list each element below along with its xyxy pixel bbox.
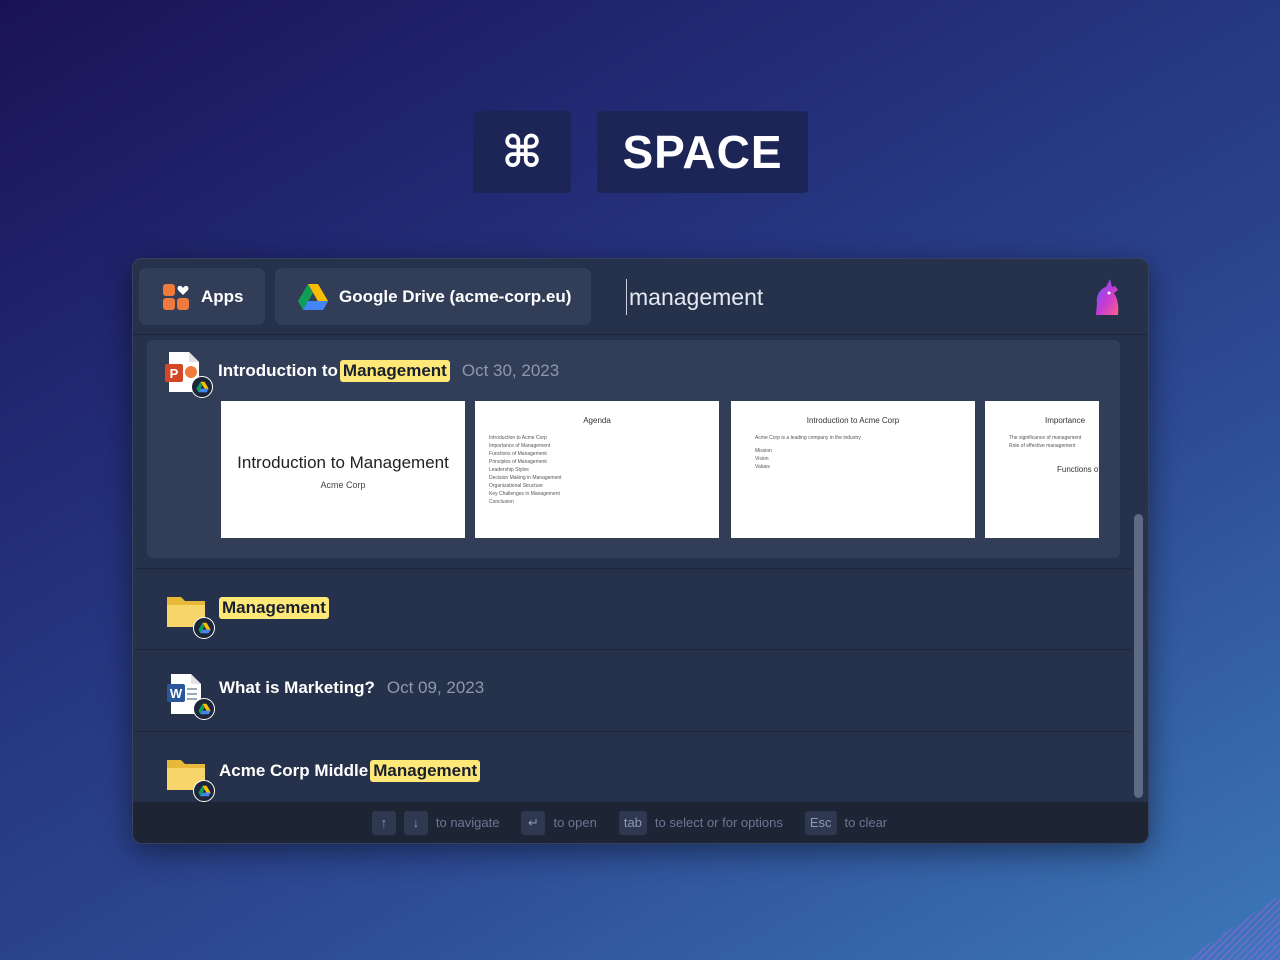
folder-icon [165,591,215,639]
space-key: SPACE [597,111,808,193]
svg-text:W: W [170,686,183,701]
slide-thumbnail[interactable]: Agenda Introduction to Acme Corp Importa… [475,401,719,538]
source-chip-apps-label: Apps [201,286,244,306]
google-drive-badge-icon [193,780,215,802]
result-title: What is Marketing? Oct 09, 2023 [219,678,484,698]
slide-thumbnail[interactable]: Introduction to Management Acme Corp [221,401,465,538]
result-title-text: What is Marketing? [219,678,375,697]
slide-body: The significance of management Role of e… [1009,434,1081,450]
command-key-label: ⌘ [501,127,543,177]
result-item-folder[interactable]: Acme Corp Middle Management [135,732,1131,804]
slide-line: Decision Making in Management [489,475,562,481]
corner-decoration [1185,895,1280,960]
esc-key: Esc [804,810,837,835]
open-hint: to open [553,815,597,830]
result-title: Introduction to Management Oct 30, 2023 [218,360,559,382]
keyboard-hints-footer: ↑ ↓ to navigate ↵ to open tab to select … [133,802,1148,843]
result-title: Management [219,597,329,619]
search-highlight: Management [370,760,481,782]
google-drive-badge-icon [193,617,215,639]
result-item-folder[interactable]: Management [135,568,1131,650]
command-key-icon: ⌘ [473,111,571,193]
slide-line: Acme Corp is a leading company in the in… [755,435,861,441]
slide-heading: Introduction to Acme Corp [806,416,900,425]
google-drive-icon [298,283,328,310]
results-list: P Introduction to Management Oct 30, 202… [133,336,1131,804]
unicorn-logo-icon [1096,279,1119,315]
slide-line: Role of effective management [1009,443,1076,449]
slide-heading: Importance [1045,416,1086,425]
scrollbar-thumb[interactable] [1134,514,1143,798]
slide-agenda-list: Introduction to Acme Corp Importance of … [489,434,562,506]
arrow-down-key-icon: ↓ [403,810,428,835]
tab-key: tab [618,810,647,835]
slide-line: Functions of Management [489,451,547,457]
svg-text:P: P [170,366,179,381]
result-title: Acme Corp Middle Management [219,760,481,782]
search-highlight: Management [339,360,450,382]
apps-icon [163,283,189,310]
source-chip-google-drive[interactable]: Google Drive (acme-corp.eu) [275,268,591,325]
result-title-text: Introduction to [218,361,338,380]
powerpoint-file-icon: P [163,350,213,398]
slide-line: Mission [755,448,772,454]
slide-line: Leadership Styles [489,467,529,473]
space-key-label: SPACE [622,126,783,178]
select-hint: to select or for options [654,815,783,830]
slide-line: Importance of Management [489,443,551,449]
clear-hint: to clear [844,815,888,830]
slide-subheading: Functions of [1057,465,1099,474]
result-date: Oct 30, 2023 [461,361,560,380]
slide-line: The significance of management [1009,435,1082,441]
slide-line: Principles of Management [489,459,547,465]
slide-line: Introduction to Acme Corp [489,435,547,441]
slide-subtitle: Acme Corp [320,480,366,490]
result-item-document[interactable]: W What is Marketing? Oct 09, 2023 [135,650,1131,732]
slide-line: Organizational Structure [489,483,543,489]
enter-key-icon: ↵ [521,810,546,835]
folder-icon [165,754,215,802]
word-file-icon: W [165,672,215,720]
launcher-window: Apps Google Drive (acme-corp.eu) managem… [132,258,1149,844]
arrow-up-key-icon: ↑ [371,810,396,835]
google-drive-badge-icon [191,376,213,398]
search-input[interactable] [626,279,1066,315]
result-date: Oct 09, 2023 [386,678,485,697]
search-bar: Apps Google Drive (acme-corp.eu) [133,259,1148,335]
slide-title: Introduction to Management [237,453,449,472]
result-item-presentation[interactable]: P Introduction to Management Oct 30, 202… [147,340,1120,558]
slide-thumbnail[interactable]: Importance The significance of managemen… [985,401,1099,538]
slide-line: Key Challenges in Management [489,491,560,497]
google-drive-badge-icon [193,698,215,720]
result-title-text: Acme Corp Middle [219,761,369,780]
slide-previews: Introduction to Management Acme Corp Age… [221,401,1099,538]
slide-body: Acme Corp is a leading company in the in… [755,434,861,471]
slide-heading: Agenda [583,416,611,425]
source-chip-google-drive-label: Google Drive (acme-corp.eu) [339,286,572,306]
navigate-hint: to navigate [435,815,500,830]
slide-line: Conclusion [489,499,514,505]
slide-line: Values [755,464,770,470]
search-highlight: Management [219,597,329,619]
slide-line: Vision [755,456,769,462]
source-chip-apps[interactable]: Apps [139,268,265,325]
slide-thumbnail[interactable]: Introduction to Acme Corp Acme Corp is a… [731,401,975,538]
